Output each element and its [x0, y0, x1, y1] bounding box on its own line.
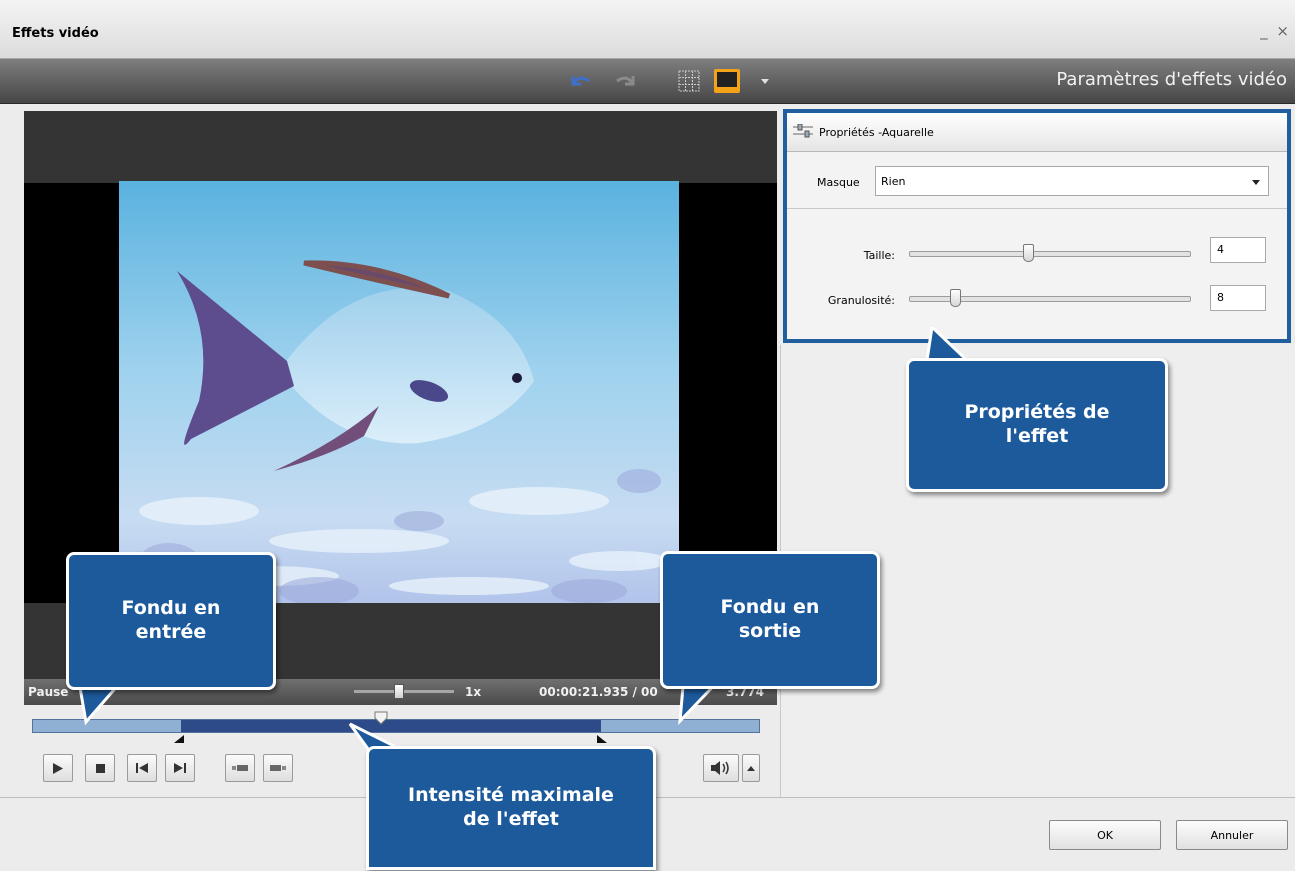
skip-forward-icon [174, 763, 186, 773]
max-intensity-callout-text: Intensité maximale de l'effet [408, 784, 614, 830]
fade-out-callout-text: Fondu en sortie [720, 596, 820, 642]
size-slider-thumb[interactable] [1023, 244, 1034, 262]
fade-in-icon [232, 765, 248, 771]
player-status: Pause [28, 685, 69, 699]
redo-icon[interactable] [610, 66, 640, 96]
grid-icon[interactable] [674, 66, 704, 96]
time-display: 00:00:21.935 / 00 [539, 685, 658, 699]
size-slider-track[interactable] [909, 251, 1191, 257]
max-intensity-callout: Intensité maximale de l'effet [366, 746, 656, 870]
volume-expand-button[interactable] [742, 754, 760, 782]
fade-out-marker[interactable] [597, 732, 607, 746]
cancel-button[interactable]: Annuler [1176, 820, 1288, 850]
speed-slider-thumb[interactable] [394, 684, 404, 699]
play-icon [53, 762, 63, 774]
window-title: Effets vidéo [12, 26, 99, 41]
sliders-icon [793, 124, 813, 138]
set-fade-out-button[interactable] [263, 754, 293, 782]
fade-in-callout: Fondu en entrée [66, 552, 276, 690]
window-controls[interactable]: _ × [1260, 22, 1291, 40]
fade-out-callout: Fondu en sortie [660, 551, 880, 689]
toolbar-title: Paramètres d'effets vidéo [1056, 69, 1287, 90]
mask-label: Masque [817, 176, 860, 189]
set-fade-in-button[interactable] [225, 754, 255, 782]
dropdown-arrow-icon[interactable] [758, 66, 772, 96]
monitor-icon[interactable] [712, 66, 742, 96]
effect-properties-panel: Propriétés -Aquarelle Masque Rien Taille… [783, 109, 1291, 343]
caret-up-icon [747, 765, 755, 771]
playback-speed: 1x [465, 685, 482, 699]
volume-button[interactable] [703, 754, 739, 782]
speaker-icon [711, 761, 729, 775]
grain-label: Granulosité: [827, 294, 895, 307]
effect-properties-callout-text: Propriétés de l'effet [964, 401, 1110, 447]
undo-icon[interactable] [566, 66, 596, 96]
properties-header: Propriétés -Aquarelle [787, 113, 1287, 152]
grain-slider-thumb[interactable] [950, 289, 961, 307]
fade-in-callout-text: Fondu en entrée [121, 597, 221, 643]
size-label: Taille: [863, 249, 895, 262]
speed-slider-track[interactable] [354, 690, 454, 693]
mask-select[interactable]: Rien [875, 166, 1269, 196]
grain-input[interactable]: 8 [1210, 285, 1266, 311]
title-bar: Effets vidéo _ × [0, 0, 1295, 59]
divider [787, 208, 1287, 209]
stop-icon [95, 763, 105, 773]
video-frame-image [119, 181, 679, 604]
mask-select-value: Rien [881, 175, 906, 188]
play-button[interactable] [43, 754, 73, 782]
stop-button[interactable] [85, 754, 115, 782]
properties-title: Propriétés -Aquarelle [819, 126, 934, 139]
chevron-down-icon [1252, 180, 1260, 185]
size-input[interactable]: 4 [1210, 237, 1266, 263]
skip-back-icon [136, 763, 148, 773]
toolbar: Paramètres d'effets vidéo [0, 59, 1295, 104]
previous-frame-button[interactable] [127, 754, 157, 782]
fade-out-icon [270, 765, 286, 771]
video-letterbox-top [24, 111, 777, 183]
ok-button[interactable]: OK [1049, 820, 1161, 850]
next-frame-button[interactable] [165, 754, 195, 782]
effect-properties-callout: Propriétés de l'effet [906, 358, 1168, 492]
fade-in-marker[interactable] [174, 732, 184, 746]
